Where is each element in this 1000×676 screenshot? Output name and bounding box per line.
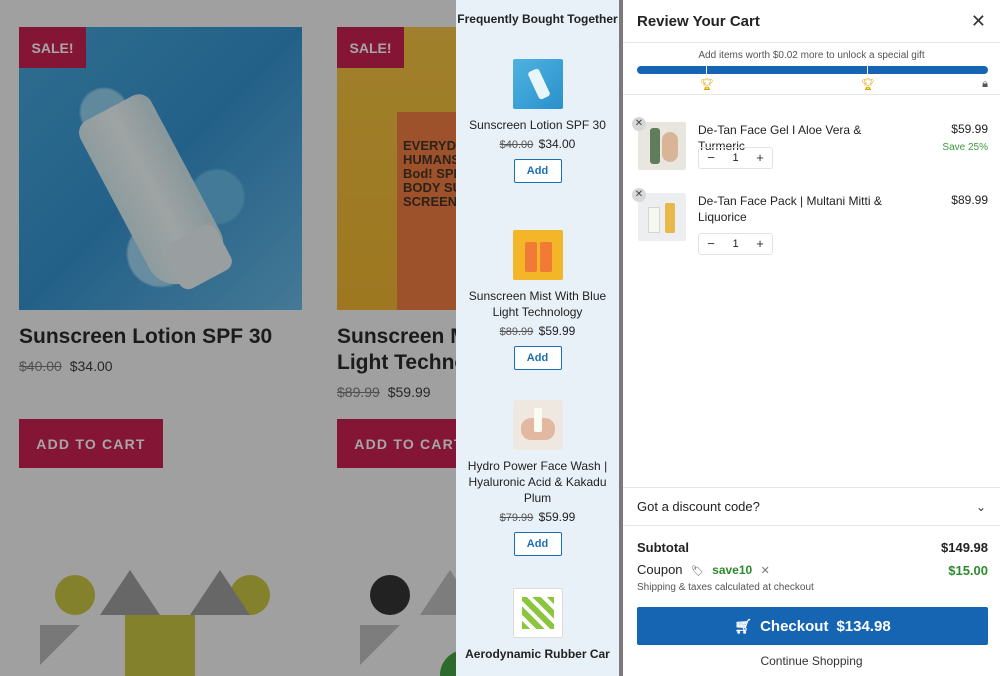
progress-tick: [867, 66, 868, 74]
divider: [623, 94, 1000, 95]
decrease-quantity-button[interactable]: −: [699, 234, 723, 254]
bottle-graphic: [524, 242, 537, 272]
old-price: $79.99: [499, 512, 534, 524]
sale-price: $59.99: [538, 324, 576, 338]
fbt-add-button[interactable]: Add: [513, 159, 562, 183]
coupon-row: Coupon 🏷︎ save10 ✕ $15.00: [637, 561, 988, 579]
order-summary: Subtotal $149.98 Coupon 🏷︎ save10 ✕ $15.…: [637, 540, 988, 593]
cart-item-thumbnail[interactable]: [638, 122, 686, 170]
cart-item-price: $89.99: [951, 193, 988, 207]
cart-item-savings: Save 25%: [942, 142, 988, 153]
old-price: $40.00: [499, 139, 534, 151]
fbt-add-button[interactable]: Add: [513, 346, 562, 370]
quantity-stepper: − 1 +: [698, 147, 773, 169]
gift-progress-message: Add items worth $0.02 more to unlock a s…: [698, 50, 925, 61]
product-thumbnail[interactable]: [512, 59, 563, 109]
gift-progress: 🏆︎ 🏆︎ 🔒︎: [637, 66, 988, 92]
cart-icon: 🛒︎: [734, 617, 753, 634]
trophy-icon: 🏆︎: [861, 79, 875, 91]
subtotal-row: Subtotal $149.98: [637, 540, 988, 555]
pattern-graphic: [521, 597, 554, 629]
fbt-add-button[interactable]: Add: [513, 532, 562, 556]
fbt-title: Frequently Bought Together: [457, 12, 618, 26]
product-thumbnail[interactable]: [512, 400, 563, 450]
coupon-info: Coupon 🏷︎ save10 ✕: [637, 561, 770, 579]
sale-price: $34.00: [538, 137, 576, 151]
remove-coupon-icon[interactable]: ✕: [761, 565, 770, 577]
cart-header: Review Your Cart ✕: [623, 0, 1000, 43]
subtotal-label: Subtotal: [637, 540, 689, 555]
checkout-label: Checkout: [760, 617, 829, 635]
fbt-item-name[interactable]: Hydro Power Face Wash | Hyaluronic Acid …: [456, 458, 619, 506]
cart-title: Review Your Cart: [637, 12, 760, 30]
sale-price: $59.99: [538, 510, 576, 524]
fbt-item-price: $40.00 $34.00: [456, 137, 619, 151]
quantity-stepper: − 1 +: [698, 233, 773, 255]
bottle-graphic: [539, 242, 552, 272]
close-icon[interactable]: ✕: [971, 12, 986, 30]
quantity-value[interactable]: 1: [723, 234, 748, 254]
hand-graphic: [662, 132, 678, 162]
subtotal-value: $149.98: [941, 540, 988, 555]
product-thumbnail[interactable]: [512, 230, 563, 280]
old-price: $89.99: [499, 326, 534, 338]
bottle-graphic: [665, 203, 675, 233]
discount-label: Got a discount code?: [637, 499, 760, 514]
discount-code-toggle[interactable]: Got a discount code? ⌄: [623, 487, 1000, 526]
fbt-item-name[interactable]: Aerodynamic Rubber Car: [456, 646, 619, 662]
cart-item-name[interactable]: De-Tan Face Pack | Multani Mitti & Liquo…: [698, 193, 898, 225]
frequently-bought-together-panel: Frequently Bought Together Sunscreen Lot…: [456, 0, 619, 676]
fbt-item: Sunscreen Mist With Blue Light Technolog…: [456, 230, 619, 370]
progress-tick: [706, 66, 707, 74]
fbt-item: Hydro Power Face Wash | Hyaluronic Acid …: [456, 400, 619, 556]
fbt-item: Aerodynamic Rubber Car: [456, 588, 619, 662]
cart-item-thumbnail[interactable]: [638, 193, 686, 241]
increase-quantity-button[interactable]: +: [748, 148, 772, 168]
checkout-total: $134.98: [836, 617, 891, 635]
fbt-item-price: $79.99 $59.99: [456, 510, 619, 524]
tag-icon: 🏷︎: [691, 566, 704, 577]
remove-item-icon[interactable]: ✕: [632, 117, 646, 131]
fbt-item-price: $89.99 $59.99: [456, 324, 619, 338]
coupon-label: Coupon: [637, 562, 683, 577]
remove-item-icon[interactable]: ✕: [632, 188, 646, 202]
cart-drawer: Review Your Cart ✕ Add items worth $0.02…: [623, 0, 1000, 676]
chevron-down-icon: ⌄: [975, 499, 986, 514]
fbt-item-name[interactable]: Sunscreen Lotion SPF 30: [456, 117, 619, 133]
trophy-icon: 🏆︎: [700, 79, 714, 91]
fbt-item: Sunscreen Lotion SPF 30 $40.00 $34.00 Ad…: [456, 59, 619, 183]
increase-quantity-button[interactable]: +: [748, 234, 772, 254]
bottle-graphic: [648, 207, 660, 233]
tube-graphic: [526, 67, 551, 101]
checkout-button[interactable]: 🛒︎ Checkout $134.98: [637, 607, 988, 645]
coupon-value: $15.00: [948, 562, 988, 578]
gift-progress-bar: [637, 66, 988, 74]
cart-item-price: $59.99: [951, 122, 988, 136]
fbt-item-name[interactable]: Sunscreen Mist With Blue Light Technolog…: [456, 288, 619, 320]
tube-graphic: [650, 128, 660, 164]
shipping-note: Shipping & taxes calculated at checkout: [637, 582, 814, 593]
coupon-code: save10: [712, 563, 753, 577]
product-thumbnail[interactable]: [512, 588, 563, 638]
lock-icon: 🔒︎: [982, 78, 988, 90]
decrease-quantity-button[interactable]: −: [699, 148, 723, 168]
tube-graphic: [533, 408, 542, 432]
continue-shopping-link[interactable]: Continue Shopping: [623, 654, 1000, 668]
quantity-value[interactable]: 1: [723, 148, 748, 168]
